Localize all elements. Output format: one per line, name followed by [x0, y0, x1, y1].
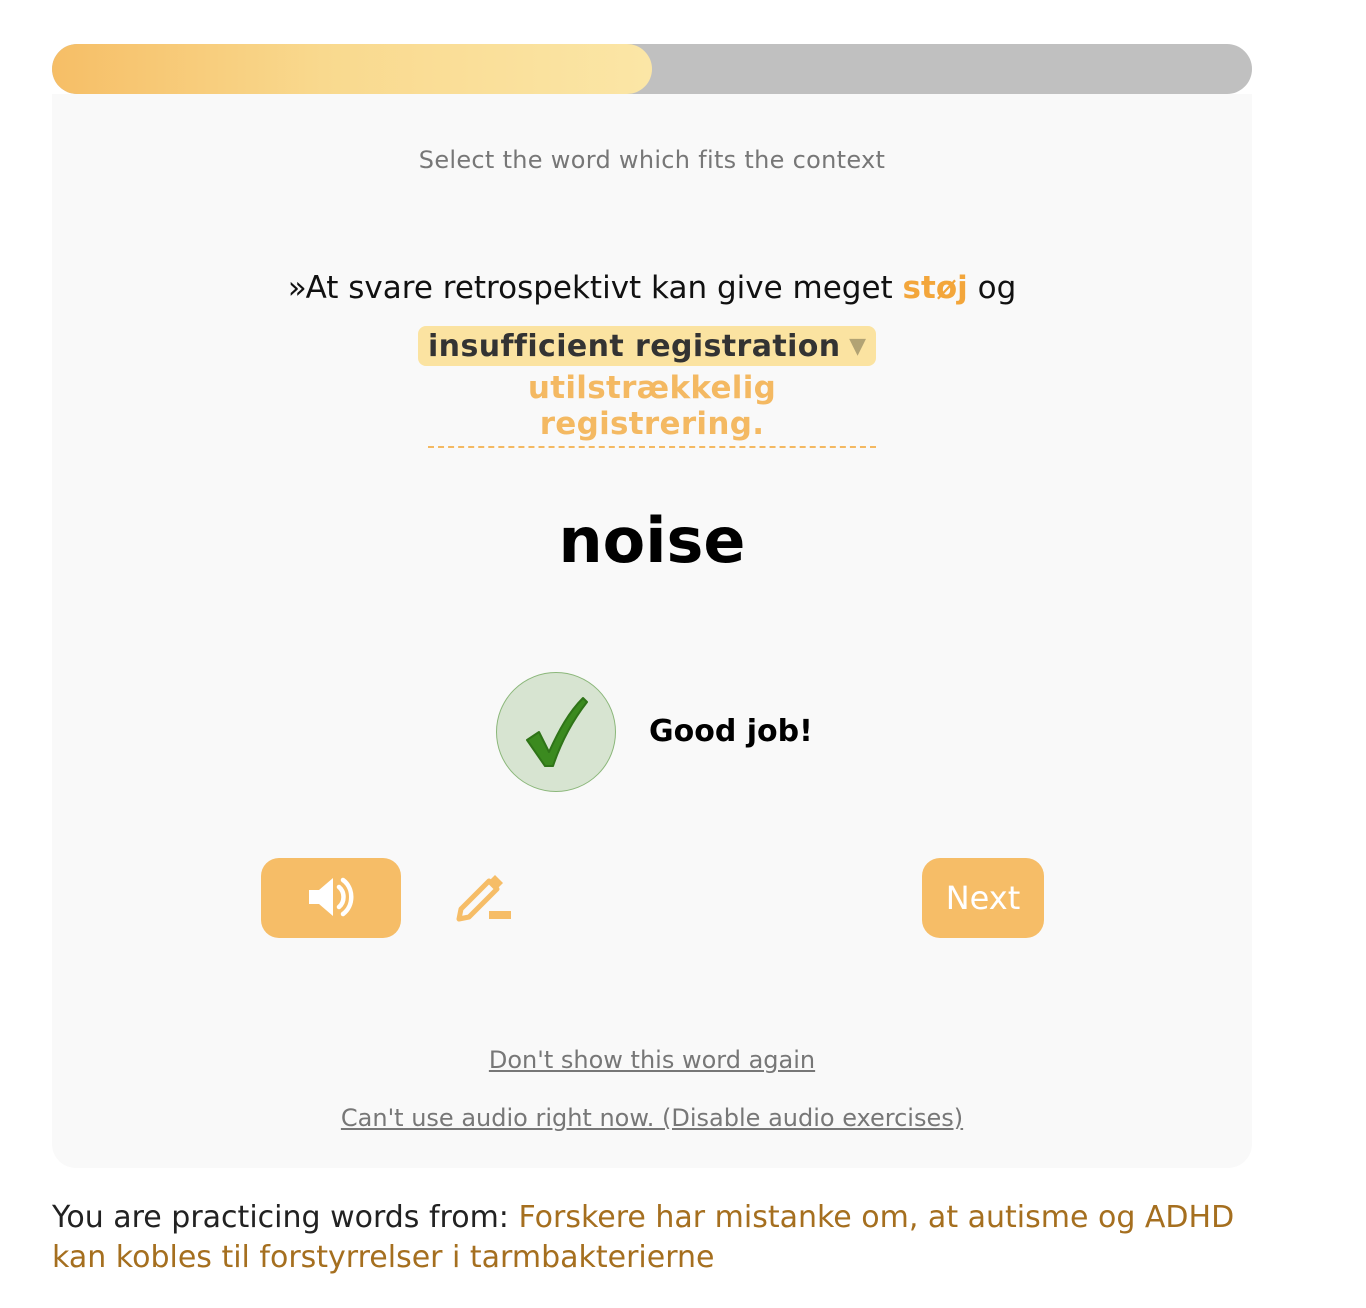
disable-audio-link[interactable]: Can't use audio right now. (Disable audi… [52, 1104, 1252, 1132]
exercise-instruction: Select the word which fits the context [418, 146, 886, 174]
pencil-icon [453, 871, 513, 926]
completed-phrase[interactable]: utilstrækkelig registrering. [428, 370, 876, 448]
edit-button[interactable] [448, 868, 518, 928]
progress-bar [52, 44, 1252, 94]
translation-dropdown[interactable]: insufficient registration ▼ [418, 326, 876, 366]
hide-word-link[interactable]: Don't show this word again [52, 1046, 1252, 1074]
translation-hint: insufficient registration [428, 328, 841, 364]
practice-source: You are practicing words from: Forskere … [52, 1198, 1252, 1278]
progress-bar-fill [52, 44, 652, 94]
target-word: noise [558, 504, 746, 577]
play-audio-button[interactable] [261, 858, 401, 938]
context-sentence: »At svare retrospektivt kan give meget s… [52, 270, 1252, 306]
sentence-suffix: og [967, 270, 1017, 306]
next-button[interactable]: Next [922, 858, 1044, 938]
exercise-card: Select the word which fits the context »… [52, 94, 1252, 1168]
sentence-prefix: »At svare retrospektivt kan give meget [287, 270, 903, 306]
speaker-icon [307, 875, 355, 922]
highlighted-word[interactable]: støj [903, 270, 968, 306]
success-check-icon [496, 672, 616, 792]
practice-source-prefix: You are practicing words from: [52, 1200, 519, 1235]
dropdown-arrow-icon: ▼ [849, 333, 866, 359]
feedback-message: Good job! [649, 714, 813, 749]
